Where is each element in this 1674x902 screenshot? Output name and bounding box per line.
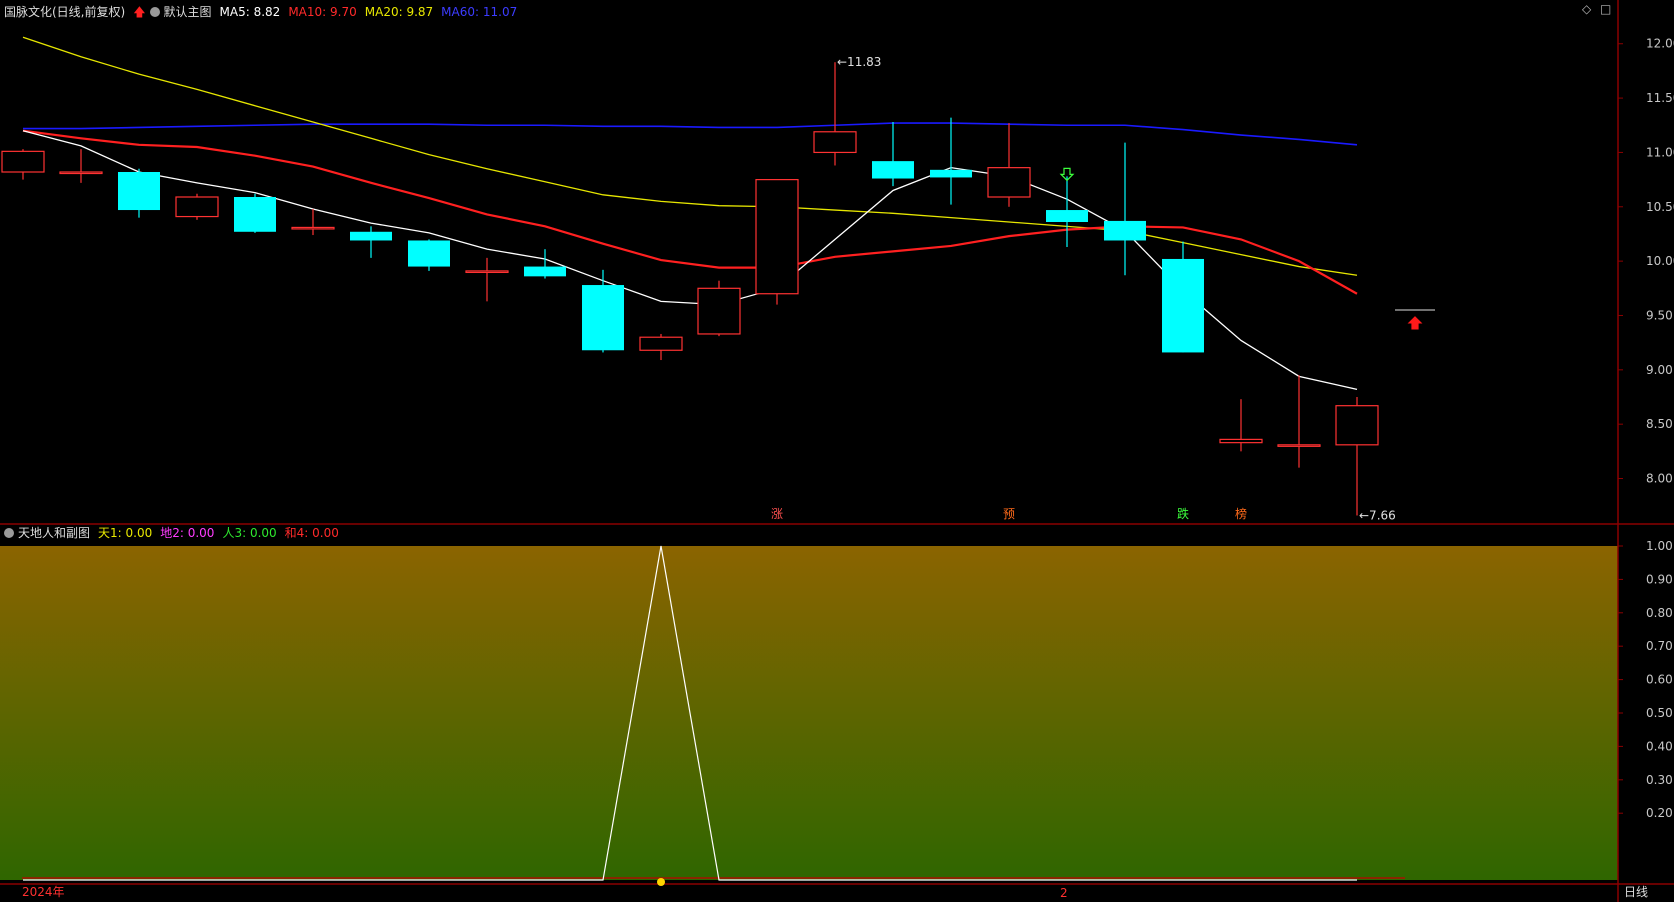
candle-body xyxy=(118,172,160,211)
y-tick-label: 11.00 xyxy=(1646,145,1674,159)
sub-title[interactable]: 天地人和副图 xyxy=(18,523,90,543)
y-tick-label: 8.00 xyxy=(1646,472,1673,486)
candle-body xyxy=(1219,438,1263,444)
red-up-arrow-icon: 🡅 xyxy=(133,5,146,19)
signal-label: 涨 xyxy=(771,506,783,521)
sub-y-tick-label: 0.60 xyxy=(1646,673,1673,687)
candle-body xyxy=(872,161,914,179)
arrow-up-icon xyxy=(1407,316,1423,330)
y-tick-label: 12.00 xyxy=(1646,37,1674,51)
indicator-legend: 天1: 0.00 地2: 0.00 人3: 0.00 和4: 0.00 xyxy=(98,523,347,543)
sub-y-tick-label: 0.20 xyxy=(1646,806,1673,820)
sub-y-tick-label: 1.00 xyxy=(1646,539,1673,553)
ma-legend-item: MA10: 9.70 xyxy=(288,5,357,19)
candle-body xyxy=(408,240,450,267)
candle-body xyxy=(1104,220,1146,241)
signal-label: 预 xyxy=(1003,507,1015,521)
candle-body xyxy=(291,226,335,230)
extreme-annotation: ←7.66 xyxy=(1359,508,1396,522)
main-panel-header: 国脉文化(日线,前复权) 🡅 默认主图 MA5: 8.82 MA10: 9.70 M… xyxy=(4,2,533,22)
y-tick-label: 8.50 xyxy=(1646,417,1673,431)
collapse-icon[interactable] xyxy=(4,528,14,538)
collapse-icon[interactable] xyxy=(149,7,160,17)
candle-body xyxy=(582,285,624,351)
candle-body xyxy=(350,231,392,241)
indicator-legend-item: 和4: 0.00 xyxy=(284,526,339,540)
sub-y-tick-label: 0.40 xyxy=(1646,739,1673,753)
ma-legend-item: MA60: 11.07 xyxy=(441,5,518,19)
ma-legend-item: MA20: 9.87 xyxy=(364,5,434,19)
candle-body xyxy=(930,169,972,178)
y-tick-label: 9.50 xyxy=(1646,308,1673,322)
signal-label: 跌 xyxy=(1177,506,1189,521)
candle-body xyxy=(1,150,45,173)
ma10-line xyxy=(22,129,1358,295)
candle-body xyxy=(1277,444,1321,447)
candle-body xyxy=(813,131,857,154)
indicator-legend-item: 地2: 0.00 xyxy=(160,526,215,540)
candle-body xyxy=(465,270,509,274)
candle-body xyxy=(697,287,741,335)
ma60-line xyxy=(23,122,1358,146)
extreme-annotation: ←11.83 xyxy=(837,55,881,69)
sub-panel-header: 天地人和副图 天1: 0.00 地2: 0.00 人3: 0.00 和4: 0.00 xyxy=(4,523,355,543)
candle-body xyxy=(1162,258,1204,353)
sub-panel-background xyxy=(0,546,1618,880)
month-label: 2 xyxy=(1060,886,1068,900)
candle-body xyxy=(59,171,103,175)
diamond-icon[interactable]: ◇ xyxy=(1582,2,1591,16)
indicator-legend-item: 天1: 0.00 xyxy=(98,526,153,540)
y-tick-label: 10.50 xyxy=(1646,200,1674,214)
ma5-line xyxy=(22,130,1358,391)
sub-y-tick-label: 0.70 xyxy=(1646,639,1673,653)
candle-body xyxy=(1335,405,1379,446)
candle-body xyxy=(987,167,1031,198)
signal-dot xyxy=(657,878,665,886)
ma-legend: MA5: 8.82 MA10: 9.70 MA20: 9.87 MA60: 11.07 xyxy=(220,2,526,22)
ma-legend-item: MA5: 8.82 xyxy=(219,5,281,19)
maximize-icon[interactable]: □ xyxy=(1600,2,1611,16)
candle-body xyxy=(755,179,799,295)
candle-body xyxy=(175,196,219,218)
sub-y-tick-label: 0.80 xyxy=(1646,606,1673,620)
candle-body xyxy=(524,266,566,277)
kline-chart[interactable]: 12.00 11.50 11.00 10.50 10.00 9.50 9.00 8.50 8.0… xyxy=(0,0,1674,902)
period-label[interactable]: 日线 xyxy=(1624,883,1648,900)
candle-body xyxy=(639,336,683,351)
signal-label: 榜 xyxy=(1235,506,1247,521)
sub-y-tick-label: 0.30 xyxy=(1646,773,1673,787)
indicator-legend-item: 人3: 0.00 xyxy=(222,526,277,540)
sub-y-tick-label: 0.90 xyxy=(1646,572,1673,586)
stock-title[interactable]: 国脉文化(日线,前复权) xyxy=(4,2,125,22)
y-tick-label: 9.00 xyxy=(1646,363,1673,377)
candle-body xyxy=(234,197,276,232)
template-label[interactable]: 默认主图 xyxy=(164,2,212,22)
year-label: 2024年 xyxy=(22,885,65,899)
candle-body xyxy=(1046,210,1088,222)
y-tick-label: 11.50 xyxy=(1646,91,1674,105)
ma20-line xyxy=(22,36,1358,276)
sub-y-tick-label: 0.50 xyxy=(1646,706,1673,720)
y-tick-label: 10.00 xyxy=(1646,254,1674,268)
